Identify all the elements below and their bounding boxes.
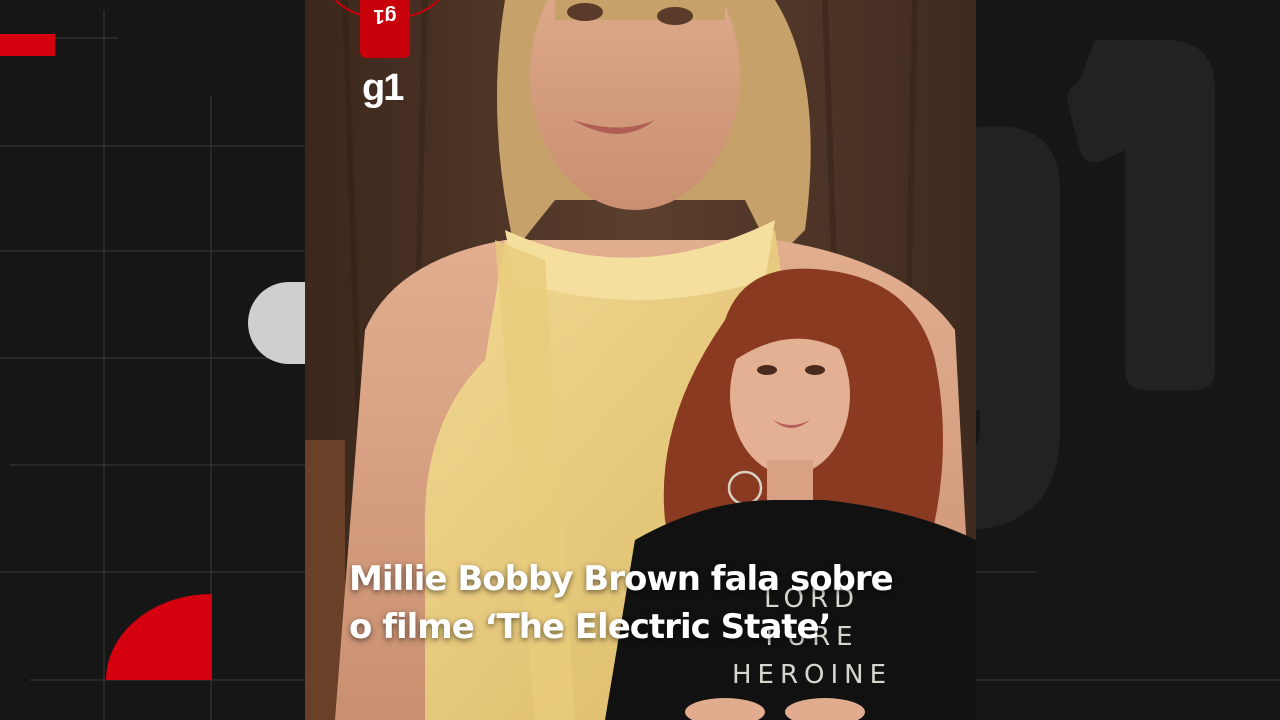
shirt-line-3: HEROINE (731, 660, 893, 690)
video-caption: Millie Bobby Brown fala sobre o filme ‘T… (349, 555, 969, 651)
g1-logo: g1 (362, 67, 404, 109)
caption-line-1: Millie Bobby Brown fala sobre (349, 559, 894, 599)
g1-badge-label: g1 (373, 5, 397, 27)
red-accent-bar (0, 34, 55, 56)
caption-line-2: o filme ‘The Electric State’ (349, 607, 832, 647)
